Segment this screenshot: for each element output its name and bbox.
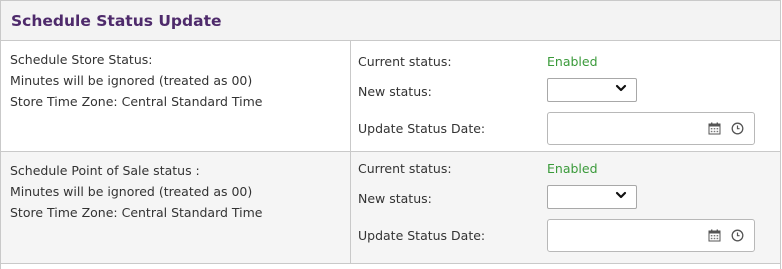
update-date-field bbox=[547, 112, 755, 145]
store-status-info: Schedule Store Status: Minutes will be i… bbox=[1, 41, 351, 151]
update-date-input[interactable] bbox=[548, 220, 696, 251]
current-status-label: Current status: bbox=[358, 54, 452, 69]
store-status-row: Schedule Store Status: Minutes will be i… bbox=[1, 41, 780, 152]
pos-status-row: Schedule Point of Sale status : Minutes … bbox=[1, 152, 780, 264]
panel-title: Schedule Status Update bbox=[11, 11, 222, 30]
pos-status-controls: Current status: Enabled New status: Upda… bbox=[351, 152, 780, 263]
update-date-label: Update Status Date: bbox=[358, 121, 486, 136]
new-status-select[interactable] bbox=[547, 185, 637, 209]
clock-icon[interactable] bbox=[731, 229, 744, 242]
current-status-value: Enabled bbox=[547, 161, 598, 176]
chevron-down-icon bbox=[615, 191, 627, 199]
minutes-note: Minutes will be ignored (treated as 00) bbox=[10, 184, 253, 199]
new-status-label: New status: bbox=[358, 84, 432, 99]
timezone-note: Store Time Zone: Central Standard Time bbox=[10, 205, 263, 220]
section-heading: Schedule Point of Sale status : bbox=[10, 163, 200, 178]
update-date-field bbox=[547, 219, 755, 252]
chevron-down-icon bbox=[615, 84, 627, 92]
schedule-status-panel: Schedule Status Update Schedule Store St… bbox=[0, 0, 781, 269]
calendar-icon[interactable] bbox=[708, 122, 721, 135]
panel-header: Schedule Status Update bbox=[1, 1, 780, 41]
minutes-note: Minutes will be ignored (treated as 00) bbox=[10, 73, 253, 88]
new-status-label: New status: bbox=[358, 191, 432, 206]
store-status-controls: Current status: Enabled New status: Upda… bbox=[351, 41, 780, 151]
update-date-input[interactable] bbox=[548, 113, 696, 144]
new-status-select[interactable] bbox=[547, 78, 637, 102]
timezone-note: Store Time Zone: Central Standard Time bbox=[10, 94, 263, 109]
calendar-icon[interactable] bbox=[708, 229, 721, 242]
current-status-label: Current status: bbox=[358, 161, 452, 176]
current-status-value: Enabled bbox=[547, 54, 598, 69]
pos-status-info: Schedule Point of Sale status : Minutes … bbox=[1, 152, 351, 263]
clock-icon[interactable] bbox=[731, 122, 744, 135]
update-date-label: Update Status Date: bbox=[358, 228, 486, 243]
section-heading: Schedule Store Status: bbox=[10, 52, 153, 67]
